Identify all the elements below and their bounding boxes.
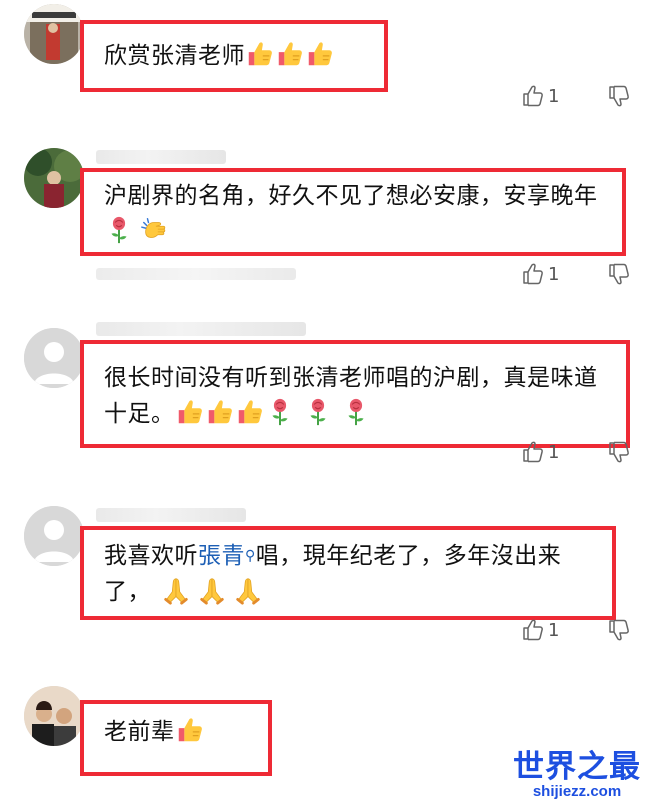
comment-text: 很长时间没有听到张清老师唱的沪剧，真是味道十足。 xyxy=(104,360,612,432)
like-count: 1 xyxy=(548,85,560,107)
comment-text: 老前辈 xyxy=(104,714,254,750)
avatar[interactable] xyxy=(24,148,84,208)
rose-icon xyxy=(104,215,134,245)
site-watermark: 世界之最 shijiezz.com xyxy=(513,750,641,800)
thumbs-up-icon xyxy=(245,39,275,69)
avatar[interactable] xyxy=(24,506,84,566)
folded-hands-icon xyxy=(233,575,263,605)
comment-text: 欣赏张清老师 xyxy=(104,38,370,74)
dislike-button[interactable] xyxy=(607,440,631,464)
like-count: 1 xyxy=(548,441,560,463)
thumbs-down-outline-icon xyxy=(607,440,631,464)
like-button[interactable]: 1 xyxy=(521,262,559,286)
dislike-button[interactable] xyxy=(607,84,631,108)
thumbs-down-outline-icon xyxy=(607,84,631,108)
thumbs-up-icon xyxy=(305,39,335,69)
comment-text: 我喜欢听張青⚲唱，現年纪老了，多年沒出来了， xyxy=(104,538,598,610)
comment-body: 沪剧界的名角，好久不见了想必安康，安享晚年 xyxy=(104,183,598,209)
comment-actions: 1 xyxy=(521,618,631,646)
comment-text: 沪剧界的名角，好久不见了想必安康，安享晚年 xyxy=(104,178,608,250)
username-blurred xyxy=(96,322,306,336)
thumbs-up-outline-icon xyxy=(521,262,545,286)
thumbs-up-icon xyxy=(175,397,205,427)
thumbs-up-outline-icon xyxy=(521,84,545,108)
comment-highlight-box: 老前辈 xyxy=(80,700,272,776)
user-mention-link[interactable]: 張青 xyxy=(198,543,245,569)
username-blurred xyxy=(96,508,246,522)
dislike-button[interactable] xyxy=(607,262,631,286)
avatar[interactable] xyxy=(24,4,84,64)
watermark-title: 世界之最 xyxy=(513,749,641,785)
thumbs-down-outline-icon xyxy=(607,262,631,286)
thumbs-up-icon xyxy=(275,39,305,69)
avatar[interactable] xyxy=(24,328,84,388)
comment-body-before: 我喜欢听 xyxy=(104,543,198,569)
rose-icon xyxy=(341,397,371,427)
thumbs-up-icon xyxy=(205,397,235,427)
like-button[interactable]: 1 xyxy=(521,618,559,642)
comment-actions: 1 xyxy=(521,262,631,290)
dislike-button[interactable] xyxy=(607,618,631,642)
comment-highlight-box: 沪剧界的名角，好久不见了想必安康，安享晚年 xyxy=(80,168,626,256)
comment-actions: 1 xyxy=(521,84,631,112)
comment-highlight-box: 欣赏张清老师 xyxy=(80,20,388,92)
like-count: 1 xyxy=(548,263,560,285)
thumbs-up-outline-icon xyxy=(521,440,545,464)
thumbs-down-outline-icon xyxy=(607,618,631,642)
comment-body: 老前辈 xyxy=(104,719,175,745)
comment-body: 欣赏张清老师 xyxy=(104,43,245,69)
like-button[interactable]: 1 xyxy=(521,440,559,464)
timestamp-blurred xyxy=(96,268,296,280)
folded-hands-icon xyxy=(197,575,227,605)
clapping-hands-icon xyxy=(140,215,170,245)
like-button[interactable]: 1 xyxy=(521,84,559,108)
rose-icon xyxy=(303,397,333,427)
rose-icon xyxy=(265,397,295,427)
thumbs-up-outline-icon xyxy=(521,618,545,642)
comment-actions: 1 xyxy=(521,440,631,468)
avatar[interactable] xyxy=(24,686,84,746)
comment-highlight-box: 我喜欢听張青⚲唱，現年纪老了，多年沒出来了， xyxy=(80,526,616,620)
folded-hands-icon xyxy=(161,575,191,605)
username-blurred xyxy=(96,150,226,164)
comment-highlight-box: 很长时间没有听到张清老师唱的沪剧，真是味道十足。 xyxy=(80,340,630,448)
watermark-url: shijiezz.com xyxy=(532,783,622,800)
thumbs-up-icon xyxy=(175,715,205,745)
like-count: 1 xyxy=(548,619,560,641)
thumbs-up-icon xyxy=(235,397,265,427)
search-icon: ⚲ xyxy=(245,548,256,564)
